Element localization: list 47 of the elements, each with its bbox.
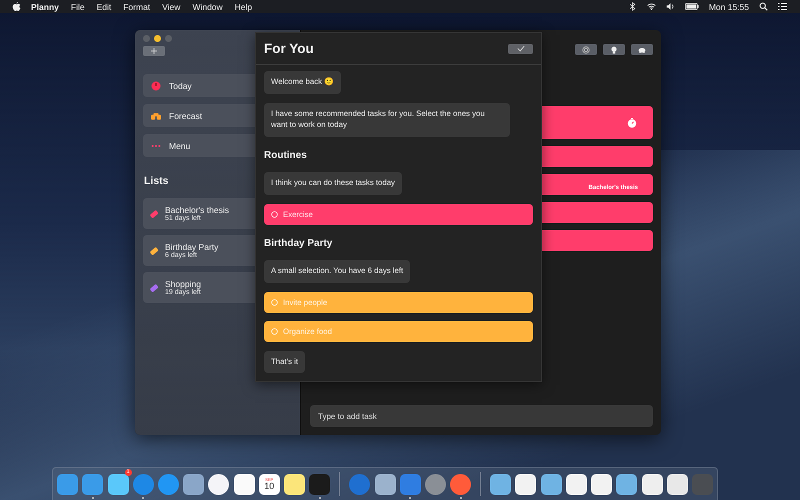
list-name: Birthday Party — [165, 242, 218, 252]
nav-label: Menu — [169, 140, 190, 150]
piggy-bank-icon — [638, 46, 646, 54]
popover-title: For You — [264, 41, 314, 56]
bluetooth-icon[interactable] — [628, 2, 637, 11]
wifi-icon[interactable] — [646, 2, 656, 11]
volume-icon[interactable] — [666, 2, 675, 11]
menubar-entry[interactable]: Format — [123, 2, 150, 12]
list-icon[interactable] — [778, 2, 787, 11]
list-name: Shopping — [165, 279, 201, 289]
checkbox-circle[interactable] — [271, 328, 278, 335]
clock-text[interactable]: Mon 15:55 — [708, 2, 749, 12]
checkbox-circle[interactable] — [271, 298, 278, 306]
stopwatch-icon — [627, 118, 637, 128]
binoculars-icon — [151, 110, 161, 120]
running-indicator — [409, 497, 412, 499]
archive-button[interactable] — [575, 44, 597, 55]
lightbulb-icon — [610, 46, 618, 54]
clock-icon — [151, 80, 161, 90]
checkbox-circle[interactable] — [271, 210, 278, 218]
menubar-entry[interactable]: View — [162, 2, 180, 12]
apple-icon[interactable] — [12, 2, 21, 11]
menubar-entry[interactable]: Window — [192, 2, 223, 12]
running-indicator — [142, 497, 144, 499]
menubar-entry[interactable]: File — [70, 2, 85, 12]
battery-icon[interactable] — [684, 2, 699, 11]
running-indicator — [460, 497, 462, 499]
plus-icon — [151, 48, 157, 54]
add-button[interactable] — [143, 46, 165, 56]
ideas-button[interactable] — [603, 44, 625, 55]
nav-label: Today — [169, 80, 192, 90]
search-icon[interactable] — [759, 2, 768, 11]
list-name: Bachelor's thesis — [165, 205, 229, 215]
lists-heading: Lists — [144, 175, 169, 187]
menubar-entry[interactable]: Help — [234, 2, 252, 12]
nav-label: Forecast — [169, 110, 202, 120]
piggy-bank-button[interactable] — [631, 44, 653, 55]
running-indicator — [318, 497, 321, 499]
add-task-field[interactable]: Type to add task — [310, 405, 653, 427]
circle-icon — [582, 46, 590, 54]
app-menu[interactable]: Planny — [31, 2, 59, 12]
running-indicator — [92, 497, 94, 499]
done-button[interactable] — [508, 44, 533, 54]
calendar-day: 10 — [264, 482, 274, 490]
checkmark-icon — [516, 45, 524, 52]
menubar-entry[interactable]: Edit — [96, 2, 112, 12]
minimize-button[interactable] — [154, 35, 161, 42]
